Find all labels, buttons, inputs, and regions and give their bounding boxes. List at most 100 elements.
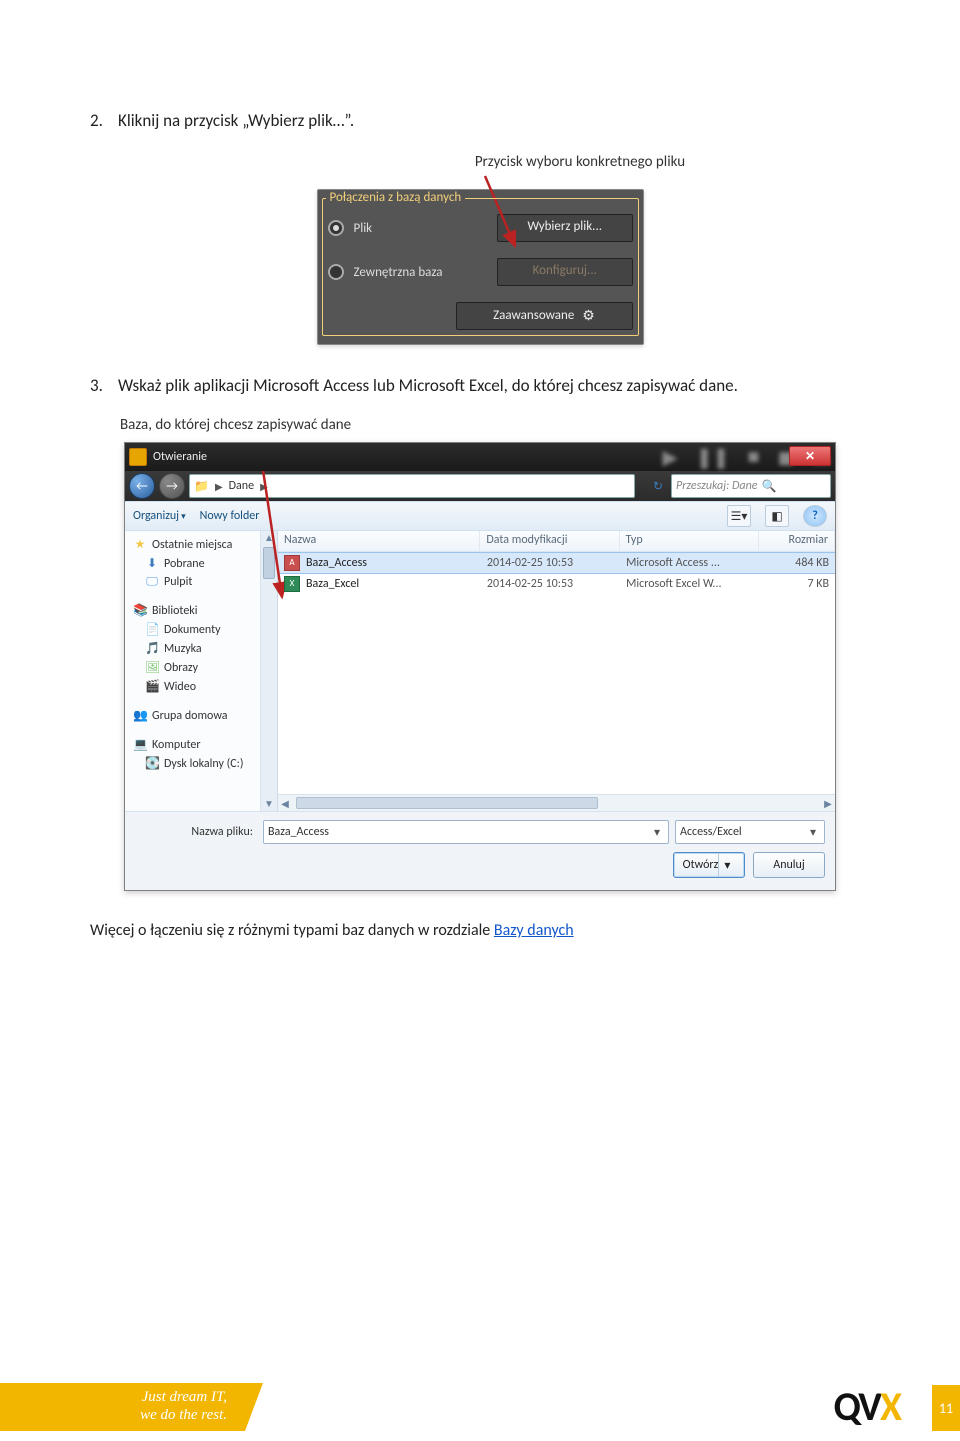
caption-pick-button: Przycisk wyboru konkretnego pliku — [290, 153, 870, 171]
h-scroll-thumb[interactable] — [296, 797, 598, 809]
page-number: 11 — [932, 1385, 960, 1431]
search-icon: 🔍 — [761, 479, 776, 494]
cancel-button[interactable]: Anuluj — [753, 852, 825, 878]
open-button[interactable]: Otwórz ▾ — [673, 852, 745, 878]
new-folder-button[interactable]: Nowy folder — [200, 509, 260, 523]
databases-link[interactable]: Bazy danych — [494, 921, 574, 940]
scroll-right-icon[interactable]: ▶ — [821, 797, 835, 810]
radio-file[interactable] — [328, 220, 344, 236]
nav-forward-button[interactable]: → — [159, 473, 185, 499]
computer-icon: 💻 — [133, 737, 147, 752]
sidebar-item-diskc[interactable]: 💽Dysk lokalny (C:) — [125, 754, 260, 773]
access-file-icon — [284, 555, 300, 571]
search-input[interactable]: Przeszukaj: Dane 🔍 — [671, 474, 831, 498]
filename-input[interactable]: Baza_Access ▾ — [263, 820, 669, 844]
file-list-pane: Nazwa Data modyfikacji Typ Rozmiar Baza_… — [278, 531, 835, 811]
file-size: 7 KB — [759, 576, 835, 592]
step-3-number: 3. — [90, 375, 118, 396]
nav-back-button[interactable]: ← — [129, 473, 155, 499]
sidebar-item-libraries[interactable]: 📚Biblioteki — [125, 601, 260, 620]
gear-icon: ⚙ — [582, 304, 595, 328]
chevron-down-icon[interactable]: ▾ — [650, 825, 664, 840]
radio-file-label: Plik — [354, 221, 488, 236]
more-info-prefix: Więcej o łączeniu się z różnymi typami b… — [90, 921, 494, 940]
header-type[interactable]: Typ — [620, 531, 759, 551]
video-icon: 🎬 — [145, 679, 159, 694]
panel-legend: Połączenia z bazą danych — [326, 190, 466, 205]
file-type-filter[interactable]: Access/Excel ▾ — [675, 820, 825, 844]
dialog-title: Otwieranie — [153, 450, 207, 464]
chevron-right-icon: ▶ — [215, 480, 223, 493]
page-footer: Just dream IT, we do the rest. QVX 11 — [0, 1371, 960, 1441]
picture-icon: 🖼 — [145, 660, 159, 675]
download-icon: ⬇ — [145, 556, 159, 571]
dialog-nav-bar: ← → 📁 ▶ Dane ▶ ▾ ↻ Przeszukaj: Dane 🔍 — [125, 471, 835, 501]
radio-external[interactable] — [328, 264, 344, 280]
step-2: 2. Kliknij na przycisk „Wybierz plik…”. — [90, 110, 870, 131]
file-list-headers[interactable]: Nazwa Data modyfikacji Typ Rozmiar — [278, 531, 835, 552]
chevron-down-icon[interactable]: ▾ — [806, 825, 820, 840]
file-date: 2014-02-25 10:53 — [481, 576, 620, 592]
file-type: Microsoft Excel W... — [620, 576, 759, 592]
folder-icon: 📁 — [194, 479, 209, 494]
step-3-text: Wskaż plik aplikacji Microsoft Access lu… — [118, 375, 738, 396]
advanced-button[interactable]: Zaawansowane ⚙ — [456, 302, 633, 330]
sidebar-item-documents[interactable]: 📄Dokumenty — [125, 620, 260, 639]
search-placeholder: Przeszukaj: Dane — [676, 479, 757, 493]
configure-button: Konfiguruj... — [497, 258, 633, 286]
file-horizontal-scrollbar[interactable]: ◀ ▶ — [278, 794, 835, 811]
sidebar-item-recent[interactable]: ★Ostatnie miejsca — [125, 535, 260, 554]
scroll-left-icon[interactable]: ◀ — [278, 797, 292, 810]
header-size[interactable]: Rozmiar — [759, 531, 835, 551]
filename-label: Nazwa pliku: — [135, 825, 257, 839]
logo-x: X — [880, 1382, 900, 1431]
close-button[interactable]: ✕ — [789, 446, 831, 466]
open-button-dropdown[interactable]: ▾ — [718, 853, 735, 877]
sidebar-item-video[interactable]: 🎬Wideo — [125, 677, 260, 696]
slogan-line-1: Just dream IT, — [142, 1389, 227, 1406]
file-size: 484 KB — [759, 555, 835, 571]
pick-file-button[interactable]: Wybierz plik... — [497, 214, 633, 242]
star-icon: ★ — [133, 537, 147, 552]
sidebar-item-desktop[interactable]: 🖵Pulpit — [125, 573, 260, 591]
more-info-text: Więcej o łączeniu się z różnymi typami b… — [90, 921, 870, 940]
scroll-thumb[interactable] — [263, 547, 275, 579]
close-icon: ✕ — [805, 449, 815, 464]
sidebar-scrollbar[interactable]: ▲ ▼ — [261, 531, 278, 811]
preview-pane-button[interactable]: ◧ — [765, 505, 789, 527]
sidebar-item-downloads[interactable]: ⬇Pobrane — [125, 554, 260, 573]
sidebar-item-homegroup[interactable]: 👥Grupa domowa — [125, 706, 260, 725]
radio-external-label: Zewnętrzna baza — [354, 265, 488, 280]
breadcrumb-dropdown[interactable]: ▾ — [639, 479, 645, 494]
music-icon: 🎵 — [145, 641, 159, 656]
header-name[interactable]: Nazwa — [278, 531, 480, 551]
sidebar-item-music[interactable]: 🎵Muzyka — [125, 639, 260, 658]
sidebar-item-computer[interactable]: 💻Komputer — [125, 735, 260, 754]
breadcrumb[interactable]: 📁 ▶ Dane ▶ — [189, 474, 635, 498]
file-row[interactable]: Baza_Access2014-02-25 10:53Microsoft Acc… — [278, 552, 835, 574]
header-date[interactable]: Data modyfikacji — [480, 531, 619, 551]
filename-value: Baza_Access — [268, 825, 650, 839]
advanced-button-label: Zaawansowane — [493, 304, 574, 328]
scroll-down-icon[interactable]: ▼ — [264, 797, 274, 811]
chevron-right-icon: ▶ — [260, 480, 268, 493]
cancel-button-label: Anuluj — [773, 858, 804, 872]
organize-button[interactable]: Organizuj — [133, 509, 186, 523]
dialog-footer: Nazwa pliku: Baza_Access ▾ Access/Excel … — [125, 811, 835, 890]
view-options-button[interactable]: ☰▾ — [727, 505, 751, 527]
homegroup-icon: 👥 — [133, 708, 147, 723]
excel-file-icon — [284, 576, 300, 592]
help-button[interactable]: ? — [803, 505, 827, 527]
refresh-icon[interactable]: ↻ — [649, 479, 667, 494]
step-2-number: 2. — [90, 110, 118, 131]
file-row[interactable]: Baza_Excel2014-02-25 10:53Microsoft Exce… — [278, 574, 835, 594]
file-name: Baza_Access — [306, 556, 367, 570]
library-icon: 📚 — [133, 603, 147, 618]
file-type: Microsoft Access ... — [620, 555, 759, 571]
app-icon — [129, 448, 147, 466]
sidebar-item-pictures[interactable]: 🖼Obrazy — [125, 658, 260, 677]
logo-qv: QV — [834, 1382, 880, 1431]
step-2-text: Kliknij na przycisk „Wybierz plik…”. — [118, 110, 354, 131]
scroll-up-icon[interactable]: ▲ — [264, 531, 274, 545]
file-type-value: Access/Excel — [680, 825, 806, 839]
